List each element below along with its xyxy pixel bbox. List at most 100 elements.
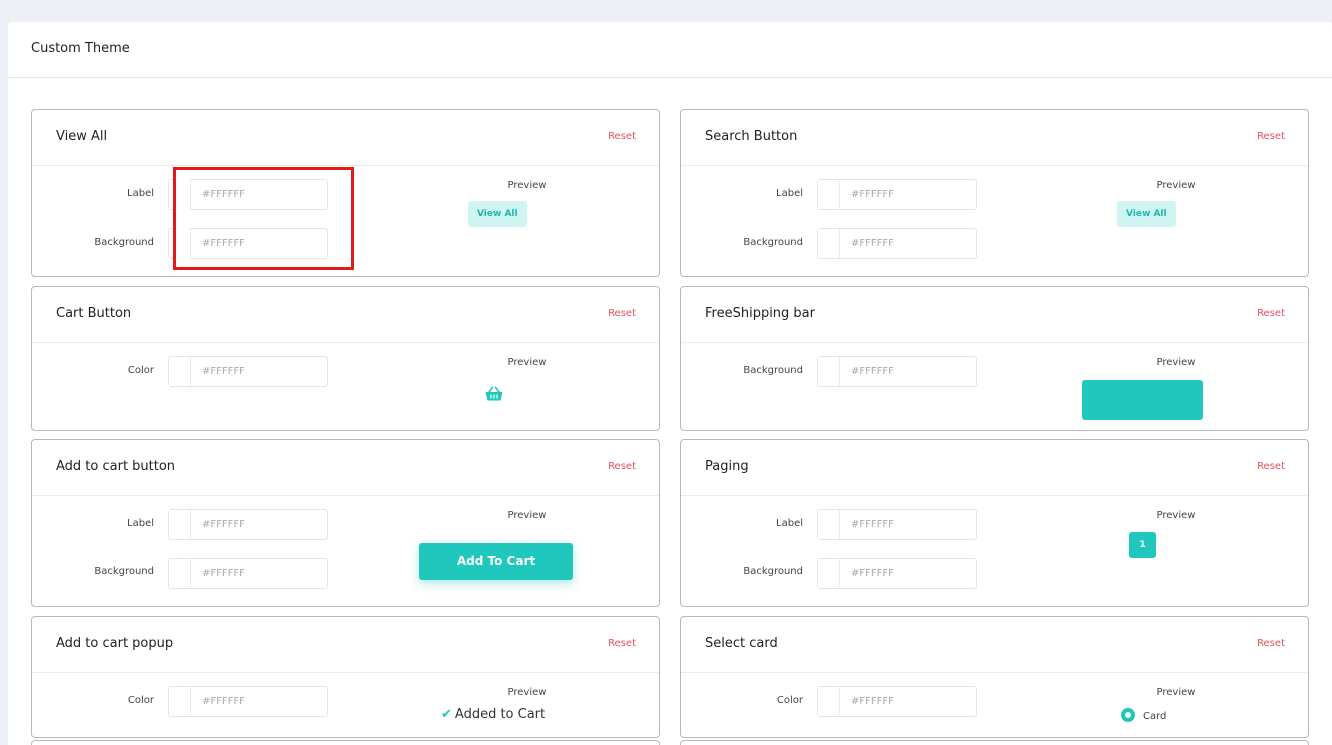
color-input[interactable] (168, 686, 328, 717)
page-number-preview: 1 (1129, 532, 1156, 558)
panel-title: Select card (705, 636, 778, 651)
field-label: Background (743, 237, 803, 248)
page-title: Custom Theme (31, 41, 130, 56)
reset-button[interactable]: Reset (608, 131, 636, 142)
panel-title: Add to cart button (56, 459, 176, 474)
card-header: Custom Theme (8, 22, 1332, 78)
background-color-input[interactable] (168, 228, 328, 259)
panel-freeshipping-bar: FreeShipping bar Reset Background Previe… (680, 286, 1309, 431)
preview-label: Preview (507, 687, 547, 698)
next-panel-stub (680, 740, 1309, 745)
field-label: Label (127, 188, 154, 199)
preview-label: Preview (507, 357, 547, 368)
color-swatch[interactable] (818, 229, 840, 258)
reset-button[interactable]: Reset (1257, 308, 1285, 319)
color-field[interactable] (192, 357, 326, 386)
color-swatch[interactable] (169, 510, 191, 539)
field-label: Background (94, 566, 154, 577)
panel-title: Cart Button (56, 306, 132, 321)
preview-label: Preview (1156, 357, 1196, 368)
preview-label: Preview (1156, 510, 1196, 521)
panel-header: Cart Button Reset (32, 287, 659, 343)
background-color-field[interactable] (841, 357, 975, 386)
swatch-cover (176, 170, 190, 267)
search-preview-button: View All (1117, 201, 1176, 227)
color-swatch[interactable] (818, 510, 840, 539)
added-to-cart-preview: ✔ Added to Cart (441, 707, 545, 722)
select-card-preview: Card (1121, 708, 1166, 722)
panel-header: Paging Reset (681, 440, 1308, 496)
field-label: Color (776, 695, 803, 706)
panel-header: Add to cart button Reset (32, 440, 659, 496)
panel-title: FreeShipping bar (705, 306, 815, 321)
field-label: Background (94, 237, 154, 248)
panel-title: Add to cart popup (56, 636, 174, 651)
label-color-input[interactable] (817, 179, 977, 210)
card-label: Card (1143, 711, 1167, 722)
field-label: Background (743, 365, 803, 376)
color-field[interactable] (192, 687, 326, 716)
panel-add-to-cart-popup: Add to cart popup Reset Color Preview ✔A… (31, 616, 660, 738)
reset-button[interactable]: Reset (608, 308, 636, 319)
field-label: Label (776, 188, 803, 199)
reset-button[interactable]: Reset (608, 638, 636, 649)
background-color-input[interactable] (168, 558, 328, 589)
radio-selected-icon (1121, 708, 1135, 722)
added-to-cart-text: Added to Cart (454, 707, 546, 722)
reset-button[interactable]: Reset (1257, 461, 1285, 472)
field-label: Label (127, 518, 154, 529)
preview-label: Preview (1156, 180, 1196, 191)
color-swatch[interactable] (169, 559, 191, 588)
label-color-field[interactable] (841, 180, 975, 209)
color-swatch[interactable] (818, 687, 840, 716)
next-panel-stub (31, 740, 660, 745)
background-color-field[interactable] (841, 229, 975, 258)
background-color-input[interactable] (817, 356, 977, 387)
background-color-field[interactable] (841, 559, 975, 588)
view-all-preview-button: View All (468, 201, 527, 227)
reset-button[interactable]: Reset (1257, 131, 1285, 142)
preview-label: Preview (1156, 687, 1196, 698)
label-color-field[interactable] (192, 180, 326, 209)
panel-header: Select card Reset (681, 617, 1308, 673)
background-color-field[interactable] (192, 559, 326, 588)
background-color-input[interactable] (817, 558, 977, 589)
color-swatch[interactable] (169, 687, 191, 716)
reset-button[interactable]: Reset (608, 461, 636, 472)
panel-select-card: Select card Reset Color Preview Card (680, 616, 1309, 738)
color-swatch[interactable] (818, 180, 840, 209)
color-swatch[interactable] (169, 357, 191, 386)
field-label: Color (127, 695, 154, 706)
panel-paging: Paging Reset Label Background Preview 1 (680, 439, 1309, 607)
field-label: Label (776, 518, 803, 529)
label-color-field[interactable] (841, 510, 975, 539)
panel-header: View All Reset (32, 110, 659, 166)
field-label: Color (127, 365, 154, 376)
panel-header: FreeShipping bar Reset (681, 287, 1308, 343)
preview-label: Preview (507, 180, 547, 191)
panel-title: Search Button (705, 129, 798, 144)
basket-icon (485, 386, 503, 401)
color-swatch[interactable] (818, 357, 840, 386)
label-color-field[interactable] (192, 510, 326, 539)
add-to-cart-preview-button: Add To Cart (419, 543, 573, 580)
color-input[interactable] (817, 686, 977, 717)
freeshipping-bar-preview (1082, 380, 1203, 420)
background-color-input[interactable] (817, 228, 977, 259)
panel-view-all: View All Reset Label Background Preview … (31, 109, 660, 277)
label-color-input[interactable] (168, 509, 328, 540)
panel-header: Add to cart popup Reset (32, 617, 659, 673)
background-color-field[interactable] (192, 229, 326, 258)
label-color-input[interactable] (168, 179, 328, 210)
panel-add-to-cart-button: Add to cart button Reset Label Backgroun… (31, 439, 660, 607)
check-icon: ✔ (441, 707, 452, 722)
color-input[interactable] (168, 356, 328, 387)
panel-search-button: Search Button Reset Label Background Pre… (680, 109, 1309, 277)
label-color-input[interactable] (817, 509, 977, 540)
preview-label: Preview (507, 510, 547, 521)
color-field[interactable] (841, 687, 975, 716)
panel-cart-button: Cart Button Reset Color Preview (31, 286, 660, 431)
reset-button[interactable]: Reset (1257, 638, 1285, 649)
color-swatch[interactable] (818, 559, 840, 588)
panel-header: Search Button Reset (681, 110, 1308, 166)
